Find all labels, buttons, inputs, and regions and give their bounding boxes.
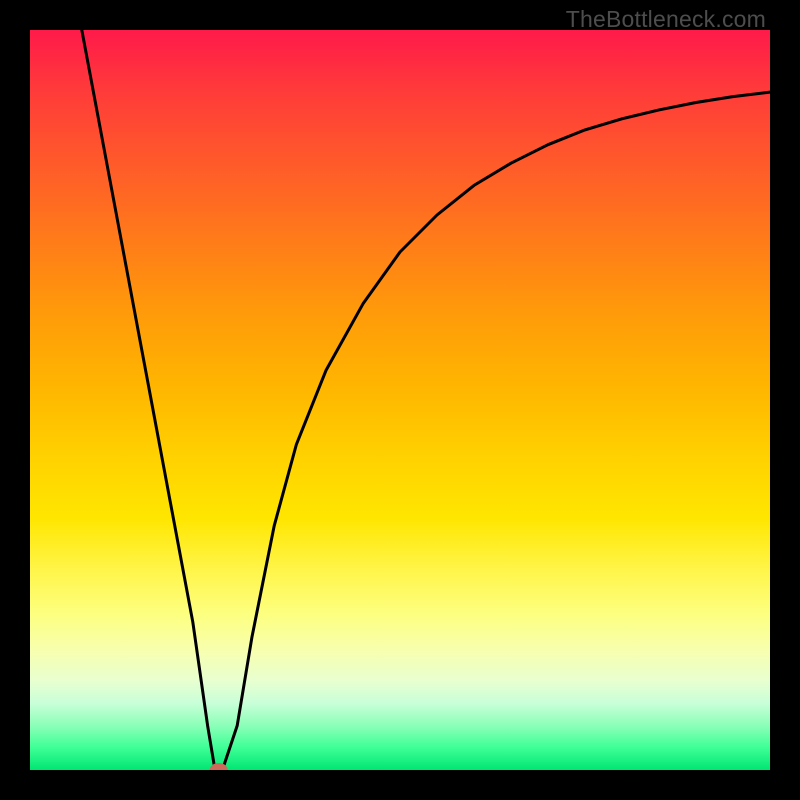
chart-svg [30, 30, 770, 770]
chart-frame: TheBottleneck.com [0, 0, 800, 800]
plot-area [30, 30, 770, 770]
watermark-text: TheBottleneck.com [566, 6, 766, 33]
bottleneck-curve [82, 30, 770, 770]
